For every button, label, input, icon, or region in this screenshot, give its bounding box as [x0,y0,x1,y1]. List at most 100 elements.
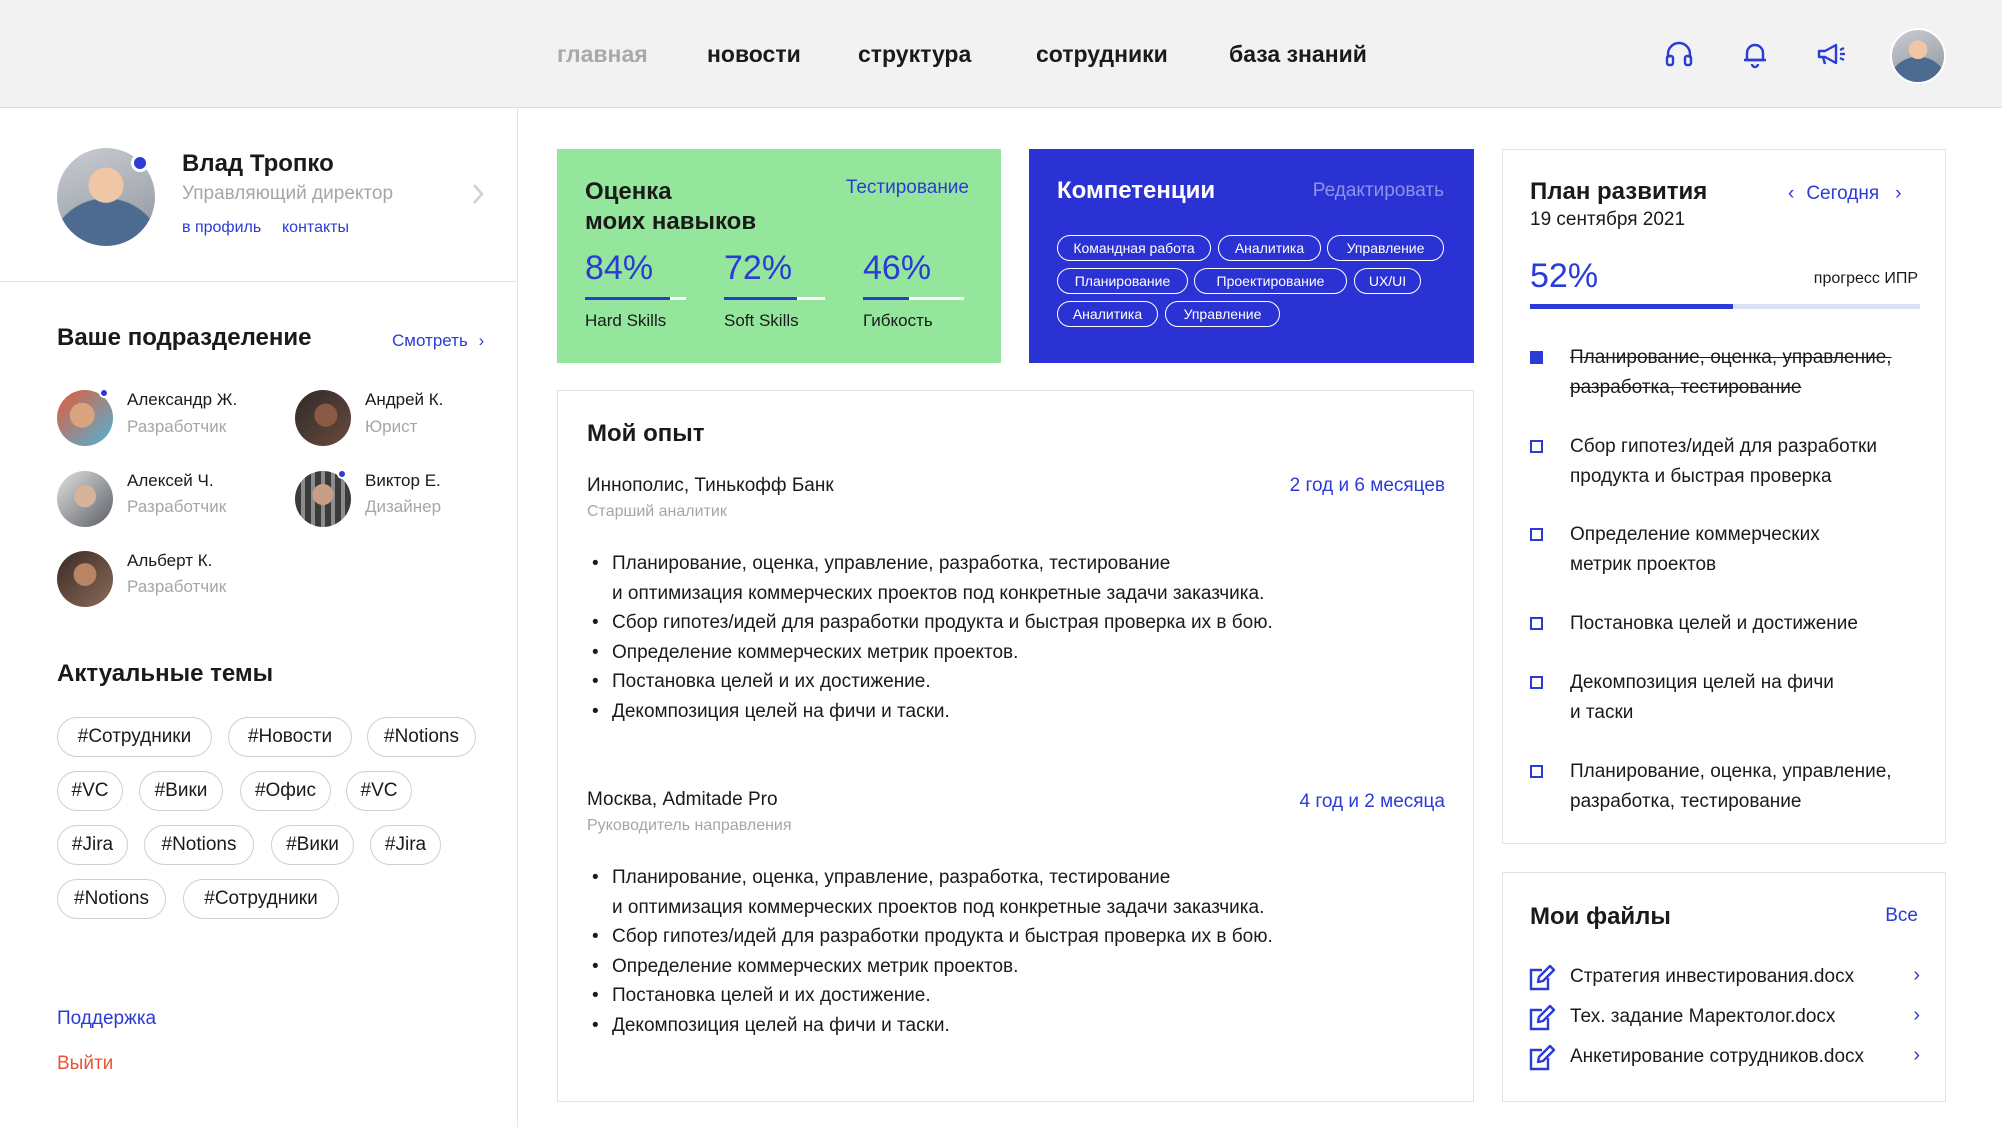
member-avatar [295,390,351,446]
chevron-left-icon[interactable]: ‹ [1788,183,1794,205]
task-checkbox[interactable] [1530,528,1543,541]
plan-task: Декомпозиция целей на фичи и таски [1570,672,1834,723]
profile-title: Управляющий директор [182,183,394,204]
competency-pill[interactable]: Аналитика [1057,301,1158,327]
headphones-icon[interactable] [1663,38,1695,70]
bell-icon[interactable] [1739,38,1771,70]
skill-progress-fill [863,297,910,300]
plan-date: 19 сентября 2021 [1530,209,1686,230]
member-role: Разработчик [127,577,227,596]
skill-label: Гибкость [863,311,933,330]
topic-tag[interactable]: #Notions [367,717,476,757]
plan-task: Определение коммерческих метрик проектов [1570,524,1820,575]
job-duration: 2 год и 6 месяцев [1289,475,1445,496]
user-avatar[interactable] [1890,28,1946,84]
nav-employees[interactable]: сотрудники [1036,0,1168,108]
skill-progress-track [863,297,964,300]
member-name: Александр Ж. [127,390,238,409]
job-bullet: Постановка целей и их достижение. [592,985,931,1007]
megaphone-icon[interactable] [1815,38,1847,70]
edit-document-icon [1529,1044,1556,1071]
job-company: Москва, Admitade Pro [587,789,778,810]
topic-tag[interactable]: #Новости [228,717,352,757]
competencies-title: Компетенции [1057,177,1216,204]
nav-structure[interactable]: структура [858,0,971,108]
task-checkbox[interactable] [1530,765,1543,778]
skill-progress-track [724,297,825,300]
competency-pill[interactable]: Планирование [1057,268,1188,294]
topic-tag[interactable]: #Jira [370,825,441,865]
competency-pill[interactable]: Аналитика [1218,235,1321,261]
nav-home[interactable]: главная [557,0,648,108]
skills-test-link[interactable]: Тестирование [846,177,969,199]
profile-divider [0,281,518,282]
task-checkbox[interactable] [1530,351,1543,364]
competency-pill[interactable]: Управление [1327,235,1444,261]
member-role: Разработчик [127,497,227,516]
job-bullet: Определение коммерческих метрик проектов… [592,642,1018,664]
file-item[interactable]: Тех. задание Маректолог.docx › [1528,1002,1920,1036]
skill-label: Hard Skills [585,311,667,330]
skill-value: 72% [724,249,793,287]
chevron-right-icon: › [1913,1044,1920,1066]
chevron-right-icon[interactable]: › [1895,183,1901,205]
task-checkbox[interactable] [1530,617,1543,630]
plan-title: План развития [1530,178,1708,205]
member-name: Алексей Ч. [127,471,214,490]
file-item[interactable]: Анкетирование сотрудников.docx › [1528,1042,1920,1076]
skill-value: 84% [585,249,654,287]
skills-card: Оценка моих навыков Тестирование 84% Har… [557,149,1001,363]
contacts-link[interactable]: контакты [282,219,349,237]
plan-task: Планирование, оценка, управление, разрабо… [1570,761,1892,812]
competency-pill[interactable]: UX/UI [1354,268,1421,294]
department-view-link[interactable]: Смотреть › [392,331,484,351]
plan-task: Планирование, оценка, управление, разрабо… [1570,347,1892,398]
competencies-edit-link[interactable]: Редактировать [1313,180,1444,202]
file-name: Тех. задание Маректолог.docx [1570,1006,1836,1027]
skill-progress-fill [585,297,670,300]
nav-news[interactable]: новости [707,0,801,108]
support-link[interactable]: Поддержка [57,1008,156,1030]
task-checkbox[interactable] [1530,676,1543,689]
chevron-right-icon: › [1913,1004,1920,1026]
profile-link[interactable]: в профиль [182,219,261,237]
topic-tag[interactable]: #Jira [57,825,128,865]
topic-tag[interactable]: #Notions [144,825,254,865]
job-bullet: Сбор гипотез/идей для разработки продукт… [592,926,1273,948]
topic-tag[interactable]: #Notions [57,879,166,919]
job-company: Иннополис, Тинькофф Банк [587,475,834,496]
file-name: Анкетирование сотрудников.docx [1570,1046,1865,1067]
edit-document-icon [1529,1004,1556,1031]
topic-tag[interactable]: #Офис [240,771,331,811]
experience-title: Мой опыт [587,420,705,447]
chevron-right-icon: › [1913,964,1920,986]
topic-tag[interactable]: #VC [346,771,412,811]
files-all-link[interactable]: Все [1885,905,1918,927]
topic-tag[interactable]: #Вики [271,825,354,865]
topic-tag[interactable]: #VC [57,771,123,811]
logout-link[interactable]: Выйти [57,1053,113,1075]
job-bullet: Планирование, оценка, управление, разраб… [592,867,1170,889]
member-name: Андрей К. [365,390,444,409]
member-avatar [57,551,113,607]
competency-pill[interactable]: Проектирование [1194,268,1347,294]
member-role: Дизайнер [365,497,442,516]
plan-progress-value: 52% [1530,257,1599,295]
task-checkbox[interactable] [1530,440,1543,453]
topic-tag[interactable]: #Вики [139,771,223,811]
job-bullet-continuation: и оптимизация коммерческих проектов под … [612,583,1265,604]
topic-tag[interactable]: #Сотрудники [57,717,212,757]
topic-tag[interactable]: #Сотрудники [183,879,339,919]
job-bullet: Планирование, оценка, управление, разраб… [592,553,1170,575]
chevron-right-icon[interactable] [470,182,486,206]
member-avatar [295,471,351,527]
member-role: Юрист [365,417,418,436]
competency-pill[interactable]: Командная работа [1057,235,1211,261]
member-avatar [57,390,113,446]
nav-knowledge-base[interactable]: база знаний [1229,0,1367,108]
job-bullet: Декомпозиция целей на фичи и таски. [592,1015,950,1037]
online-status-dot [337,469,347,479]
edit-document-icon [1529,964,1556,991]
competency-pill[interactable]: Управление [1165,301,1280,327]
file-item[interactable]: Стратегия инвестирования.docx › [1528,962,1920,996]
